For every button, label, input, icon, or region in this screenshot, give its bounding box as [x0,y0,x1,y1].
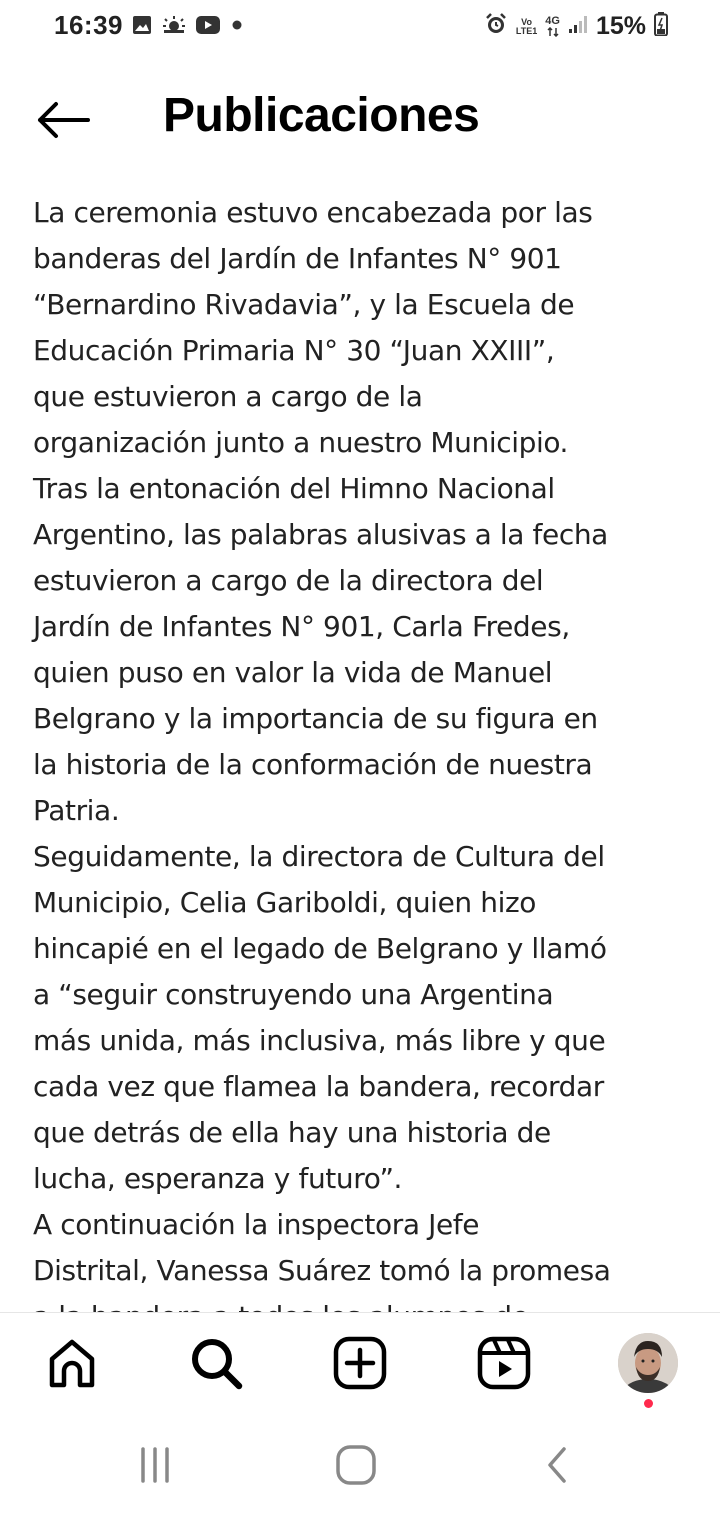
nav-search[interactable] [184,1331,248,1395]
arrow-left-icon [38,102,90,138]
back-button[interactable] [28,90,98,150]
data-arrows-icon [547,27,559,37]
create-icon [333,1336,387,1390]
network-type: 4G [545,16,560,37]
status-bar: 16:39 Vo LTE1 4G 15% [0,0,720,56]
nav-profile[interactable] [616,1331,680,1395]
back-system-button[interactable] [523,1440,593,1490]
volte-bottom: LTE1 [515,25,538,36]
image-icon [132,15,152,40]
dot-icon [230,18,244,37]
nav-create[interactable] [328,1331,392,1395]
notification-dot [644,1399,653,1408]
battery-percent: 15% [595,12,646,40]
alarm-icon [484,12,508,41]
home-icon [49,1339,95,1388]
recents-button[interactable] [120,1440,190,1490]
reels-icon [477,1336,531,1390]
notification-icons [132,15,244,40]
post-content[interactable]: La ceremonia estuvo encabezada por las b… [0,190,720,1312]
page-title: Publicaciones [163,89,480,142]
system-nav-bar [0,1410,720,1520]
search-icon [192,1339,243,1390]
home-system-button[interactable] [321,1440,391,1490]
bottom-nav [0,1312,720,1410]
weather-icon [162,15,186,40]
home-circle-icon [336,1445,376,1485]
network-type-label: 4G [545,15,560,27]
status-time: 16:39 [54,10,123,40]
youtube-icon [196,16,220,39]
app-header: Publicaciones [0,70,720,166]
battery-icon [654,12,668,41]
nav-home[interactable] [40,1331,104,1395]
post-caption: La ceremonia estuvo encabezada por las b… [33,196,611,1312]
volte-label: Vo LTE1 [515,17,538,36]
profile-avatar [618,1333,678,1393]
system-status: Vo LTE1 4G 15% [484,12,668,41]
signal-icon [568,14,588,39]
recents-icon [141,1447,169,1483]
nav-reels[interactable] [472,1331,536,1395]
back-chevron-icon [548,1447,566,1483]
